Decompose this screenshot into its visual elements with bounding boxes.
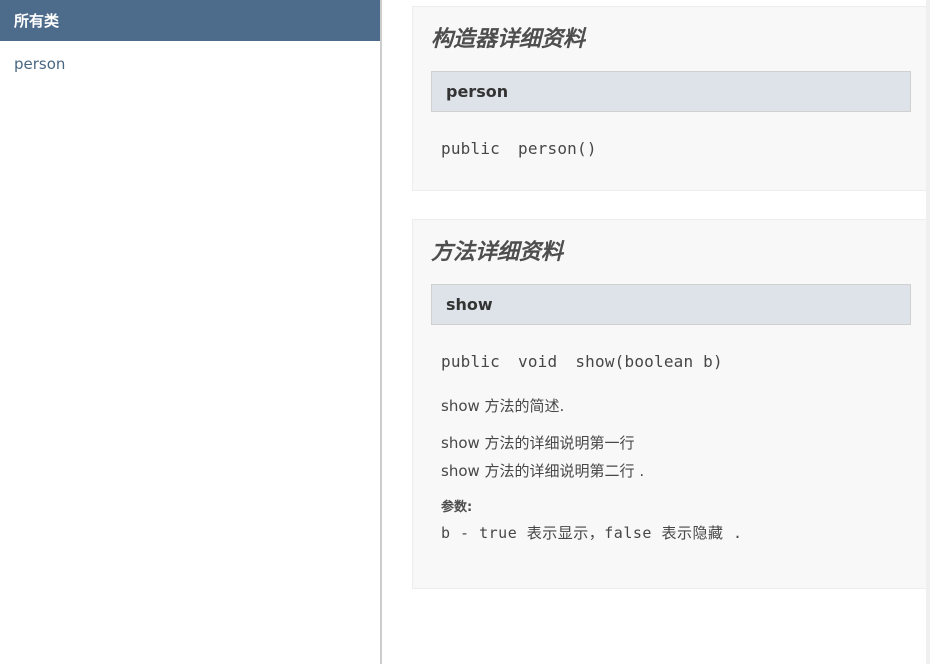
method-detail-2-name: show [441,462,480,480]
params-label: 参数: [431,486,911,519]
method-summary-name: show [441,397,480,415]
param-b-line: b - true 表示显示，false 表示隐藏 . [431,519,911,549]
method-detail-2-text: 方法的详细说明第二行 . [480,462,644,480]
method-signature: public void show(boolean b) [431,343,911,385]
constructor-name-header: person [431,71,911,112]
method-modifier: public [441,352,500,371]
constructor-details-section: 构造器详细资料 person public person() [412,6,930,191]
method-detail-line-1: show 方法的详细说明第一行 show 方法的详细说明第二行 . [431,421,911,486]
constructor-modifier: public [441,139,500,158]
class-list: person [0,41,380,87]
constructor-signature: public person() [431,130,911,172]
method-details-heading: 方法详细资料 [431,234,911,266]
constructor-call: person() [518,139,597,158]
right-frame-scrollbar[interactable] [926,0,930,664]
all-classes-heading: 所有类 [0,0,380,41]
method-summary-text: 方法的简述. [480,397,565,415]
right-frame: 构造器详细资料 person public person() 方法详细资料 sho… [382,0,930,664]
method-name-header: show [431,284,911,325]
method-summary: show 方法的简述. [431,384,911,421]
constructor-details-heading: 构造器详细资料 [431,21,911,53]
method-detail-1-name: show [441,434,480,452]
method-call: show(boolean b) [575,352,723,371]
left-frame: 所有类 person [0,0,382,664]
method-details-section: 方法详细资料 show public void show(boolean b) sh… [412,219,930,590]
method-detail-1-text: 方法的详细说明第一行 [480,434,635,452]
class-link-person[interactable]: person [14,55,65,73]
method-return-type: void [518,352,557,371]
